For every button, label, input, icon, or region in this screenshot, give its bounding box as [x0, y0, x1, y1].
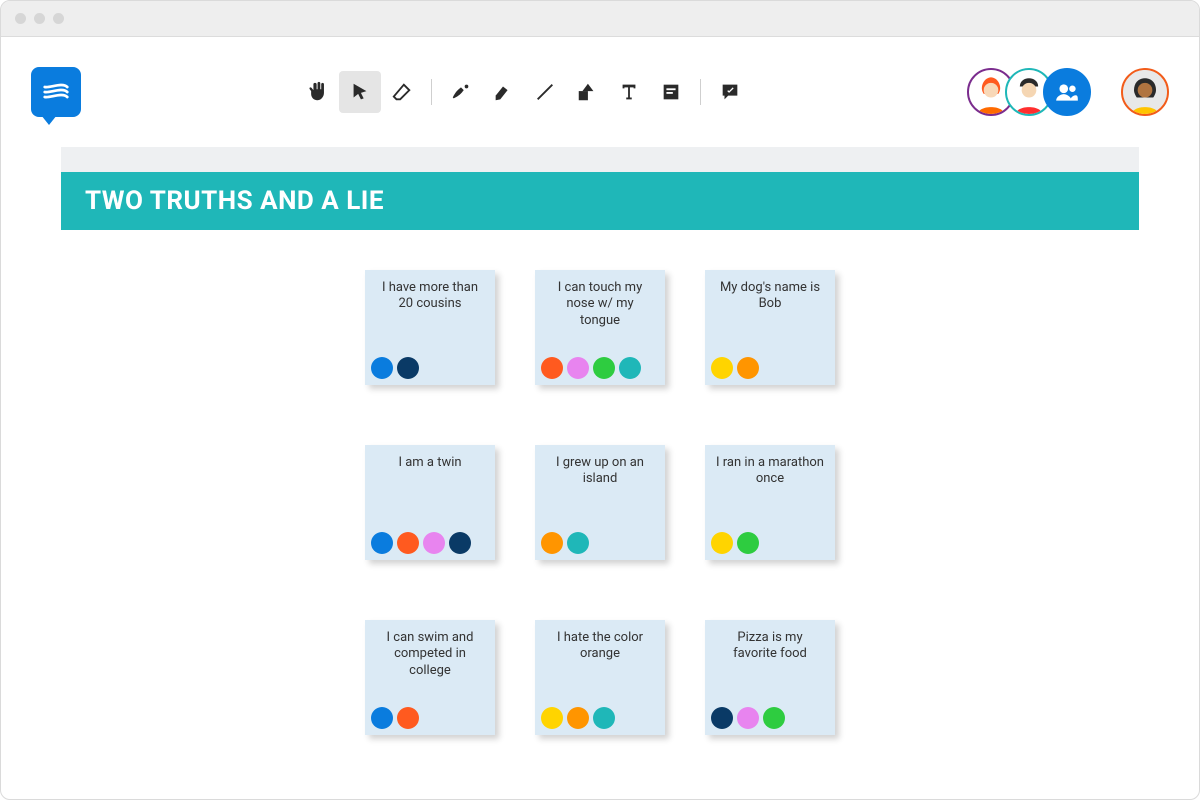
sticky-note[interactable]: I grew up on an island	[535, 445, 665, 560]
sticky-note[interactable]: I can swim and competed in college	[365, 620, 495, 735]
vote-dot[interactable]	[371, 532, 393, 554]
collaborator-avatars	[967, 68, 1169, 116]
shape-icon	[576, 81, 598, 103]
sticky-note-text: I have more than 20 cousins	[375, 280, 485, 313]
vote-dot[interactable]	[711, 707, 733, 729]
text-icon	[618, 81, 640, 103]
sticky-note[interactable]: I hate the color orange	[535, 620, 665, 735]
sticky-note-text: I ran in a marathon once	[715, 455, 825, 488]
add-collaborator-button[interactable]	[1043, 68, 1091, 116]
vote-dot[interactable]	[567, 357, 589, 379]
vote-dots	[371, 707, 419, 729]
sticky-note-text: My dog's name is Bob	[715, 280, 825, 313]
vote-dots	[541, 532, 589, 554]
line-icon	[534, 81, 556, 103]
sticky-note[interactable]: I have more than 20 cousins	[365, 270, 495, 385]
vote-dot[interactable]	[593, 357, 615, 379]
vote-dots	[541, 707, 615, 729]
app-header	[1, 37, 1199, 147]
app-root: TWO TRUTHS AND A LIE I have more than 20…	[1, 37, 1199, 800]
vote-dot[interactable]	[567, 707, 589, 729]
vote-dot[interactable]	[397, 357, 419, 379]
sticky-note-text: I can swim and competed in college	[375, 630, 485, 679]
activity-title: TWO TRUTHS AND A LIE	[85, 186, 384, 216]
sticky-note-grid: I have more than 20 cousins I can touch m…	[61, 270, 1139, 735]
activity-title-banner: TWO TRUTHS AND A LIE	[61, 172, 1139, 230]
vote-dot[interactable]	[763, 707, 785, 729]
text-tool[interactable]	[608, 71, 650, 113]
select-tool[interactable]	[339, 71, 381, 113]
sticky-note-tool[interactable]	[650, 71, 692, 113]
vote-dot[interactable]	[371, 357, 393, 379]
vote-dots	[541, 357, 641, 379]
sticky-note-text: I can touch my nose w/ my tongue	[545, 280, 655, 329]
pen-tool[interactable]	[440, 71, 482, 113]
highlighter-icon	[492, 81, 514, 103]
toolbar	[297, 71, 751, 113]
vote-dot[interactable]	[711, 357, 733, 379]
sticky-note[interactable]: I am a twin	[365, 445, 495, 560]
sticky-note[interactable]: I can touch my nose w/ my tongue	[535, 270, 665, 385]
comment-tool[interactable]	[709, 71, 751, 113]
canvas-viewport[interactable]: TWO TRUTHS AND A LIE I have more than 20…	[61, 147, 1139, 800]
window-titlebar	[1, 1, 1199, 37]
pen-icon	[450, 81, 472, 103]
vote-dot[interactable]	[619, 357, 641, 379]
sticky-note-text: I grew up on an island	[545, 455, 655, 488]
vote-dots	[371, 357, 419, 379]
vote-dot[interactable]	[397, 532, 419, 554]
vote-dot[interactable]	[737, 357, 759, 379]
toolbar-separator	[431, 79, 432, 105]
sticky-note-icon	[660, 81, 682, 103]
shape-tool[interactable]	[566, 71, 608, 113]
window-minimize-icon[interactable]	[34, 13, 45, 24]
eraser-icon	[391, 81, 413, 103]
people-icon	[1054, 79, 1080, 105]
vote-dot[interactable]	[541, 707, 563, 729]
vote-dot[interactable]	[737, 532, 759, 554]
vote-dot[interactable]	[397, 707, 419, 729]
vote-dot[interactable]	[541, 357, 563, 379]
app-logo[interactable]	[31, 67, 81, 117]
vote-dot[interactable]	[423, 532, 445, 554]
comment-icon	[719, 81, 741, 103]
vote-dot[interactable]	[567, 532, 589, 554]
logo-swirl-icon	[41, 77, 71, 107]
sticky-note-text: I am a twin	[398, 455, 461, 471]
toolbar-separator	[700, 79, 701, 105]
vote-dot[interactable]	[737, 707, 759, 729]
vote-dot[interactable]	[541, 532, 563, 554]
vote-dots	[371, 532, 471, 554]
vote-dot[interactable]	[593, 707, 615, 729]
whiteboard-canvas[interactable]: TWO TRUTHS AND A LIE I have more than 20…	[61, 172, 1139, 800]
window-close-icon[interactable]	[15, 13, 26, 24]
vote-dots	[711, 357, 759, 379]
vote-dot[interactable]	[449, 532, 471, 554]
browser-window: TWO TRUTHS AND A LIE I have more than 20…	[0, 0, 1200, 800]
hand-tool[interactable]	[297, 71, 339, 113]
vote-dot[interactable]	[371, 707, 393, 729]
sticky-note[interactable]: My dog's name is Bob	[705, 270, 835, 385]
sticky-note-text: I hate the color orange	[545, 630, 655, 663]
eraser-tool[interactable]	[381, 71, 423, 113]
window-maximize-icon[interactable]	[53, 13, 64, 24]
highlighter-tool[interactable]	[482, 71, 524, 113]
vote-dot[interactable]	[711, 532, 733, 554]
self-avatar[interactable]	[1121, 68, 1169, 116]
vote-dots	[711, 532, 759, 554]
line-tool[interactable]	[524, 71, 566, 113]
sticky-note[interactable]: Pizza is my favorite food	[705, 620, 835, 735]
cursor-icon	[349, 81, 371, 103]
avatar-person-icon	[1123, 68, 1167, 116]
hand-icon	[307, 81, 329, 103]
vote-dots	[711, 707, 785, 729]
sticky-note-text: Pizza is my favorite food	[715, 630, 825, 663]
sticky-note[interactable]: I ran in a marathon once	[705, 445, 835, 560]
